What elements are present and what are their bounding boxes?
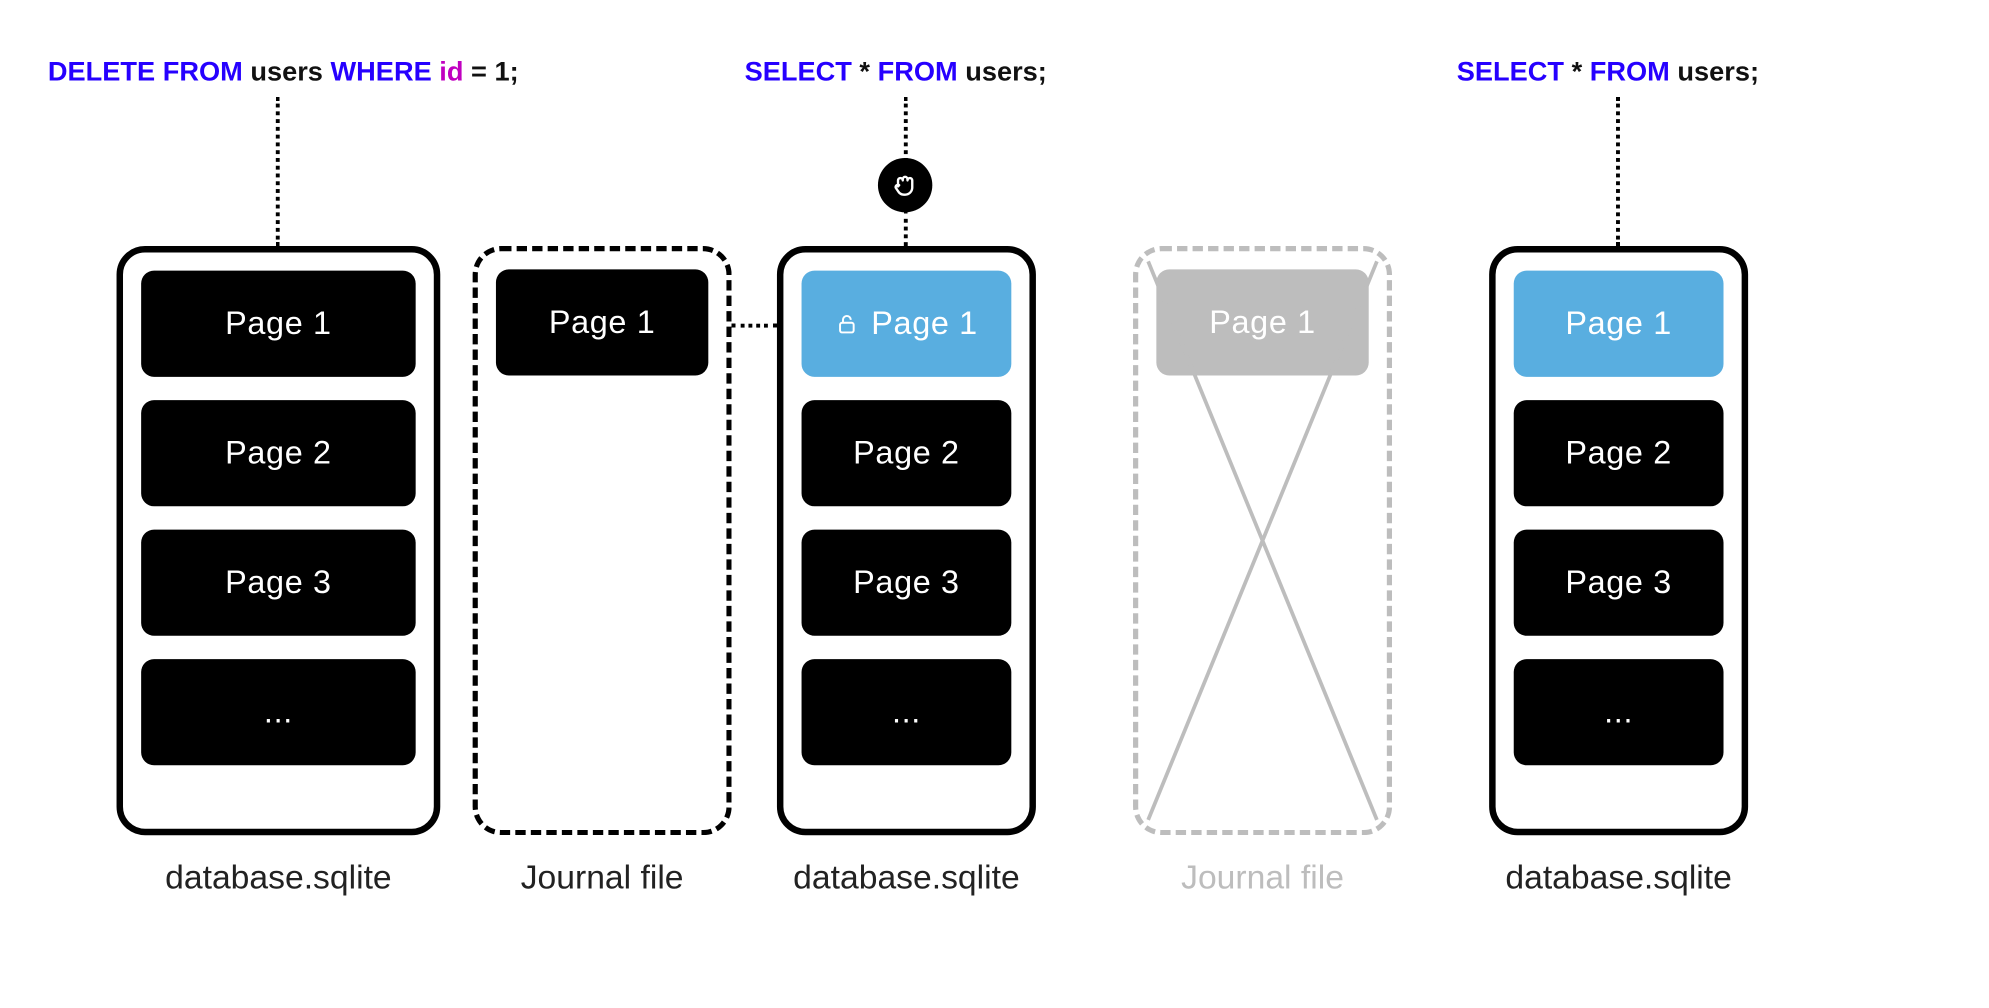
db-file-1: Page 1 Page 2 Page 3 ... (117, 246, 441, 835)
page-label: ... (892, 693, 921, 731)
tbl-users: users (965, 57, 1038, 87)
kw-from: FROM (878, 57, 958, 87)
page-ellipsis: ... (141, 659, 416, 765)
page-2: Page 2 (141, 400, 416, 506)
page-label: Page 1 (1565, 305, 1672, 343)
sql-query-select-2: SELECT * FROM users; (1457, 57, 1759, 88)
journal-page-1-ghost: Page 1 (1156, 269, 1368, 375)
page-label: Page 3 (1565, 564, 1672, 602)
stop-icon (878, 158, 932, 212)
db-file-3: Page 1 Page 2 Page 3 ... (1489, 246, 1748, 835)
caption-journal-ghost: Journal file (1094, 857, 1431, 897)
kw-select: SELECT (1457, 57, 1564, 87)
connector-q3-to-db (1616, 97, 1620, 246)
semi: ; (1038, 57, 1047, 87)
caption-journal-1: Journal file (434, 857, 771, 897)
caption-db-1: database.sqlite (110, 857, 447, 897)
journal-file-deleted: Page 1 (1133, 246, 1392, 835)
connector-q1-to-db (276, 97, 280, 246)
sql-query-select-1: SELECT * FROM users; (745, 57, 1047, 88)
kw-delete-from: DELETE FROM (48, 57, 243, 87)
page-label: Page 2 (853, 434, 960, 472)
page-3: Page 3 (1514, 530, 1724, 636)
semi: ; (510, 57, 519, 87)
page-label: Page 3 (225, 564, 332, 602)
eq: = (471, 57, 487, 87)
kw-where: WHERE (331, 57, 432, 87)
connector-stop-to-db (904, 210, 908, 246)
page-label: Page 1 (1209, 304, 1316, 342)
page-label: Page 1 (871, 305, 978, 343)
connector-q2-to-stop (904, 97, 908, 162)
page-ellipsis: ... (802, 659, 1012, 765)
tbl-users: users (250, 57, 323, 87)
page-label: Page 1 (225, 305, 332, 343)
page-3: Page 3 (802, 530, 1012, 636)
page-label: ... (264, 693, 293, 731)
page-label: Page 1 (549, 304, 656, 342)
page-1-blue: Page 1 (1514, 271, 1724, 377)
star: * (859, 57, 870, 87)
page-3: Page 3 (141, 530, 416, 636)
sql-query-delete: DELETE FROM users WHERE id = 1; (48, 57, 519, 88)
journal-page-1: Page 1 (496, 269, 708, 375)
page-2: Page 2 (1514, 400, 1724, 506)
caption-db-3: database.sqlite (1450, 857, 1787, 897)
col-id: id (439, 57, 463, 87)
page-label: ... (1604, 693, 1633, 731)
page-2: Page 2 (802, 400, 1012, 506)
kw-from: FROM (1590, 57, 1670, 87)
connector-journal-page1-to-db-page1 (732, 324, 777, 328)
kw-select: SELECT (745, 57, 852, 87)
page-1-locked: Page 1 (802, 271, 1012, 377)
db-file-2: Page 1 Page 2 Page 3 ... (777, 246, 1036, 835)
journal-file-1: Page 1 (473, 246, 732, 835)
caption-db-2: database.sqlite (738, 857, 1075, 897)
lock-icon (835, 312, 858, 335)
page-label: Page 3 (853, 564, 960, 602)
star: * (1572, 57, 1583, 87)
page-label: Page 2 (225, 434, 332, 472)
page-ellipsis: ... (1514, 659, 1724, 765)
tbl-users: users (1677, 57, 1750, 87)
val-1: 1 (494, 57, 509, 87)
semi: ; (1750, 57, 1759, 87)
page-label: Page 2 (1565, 434, 1672, 472)
page-1: Page 1 (141, 271, 416, 377)
